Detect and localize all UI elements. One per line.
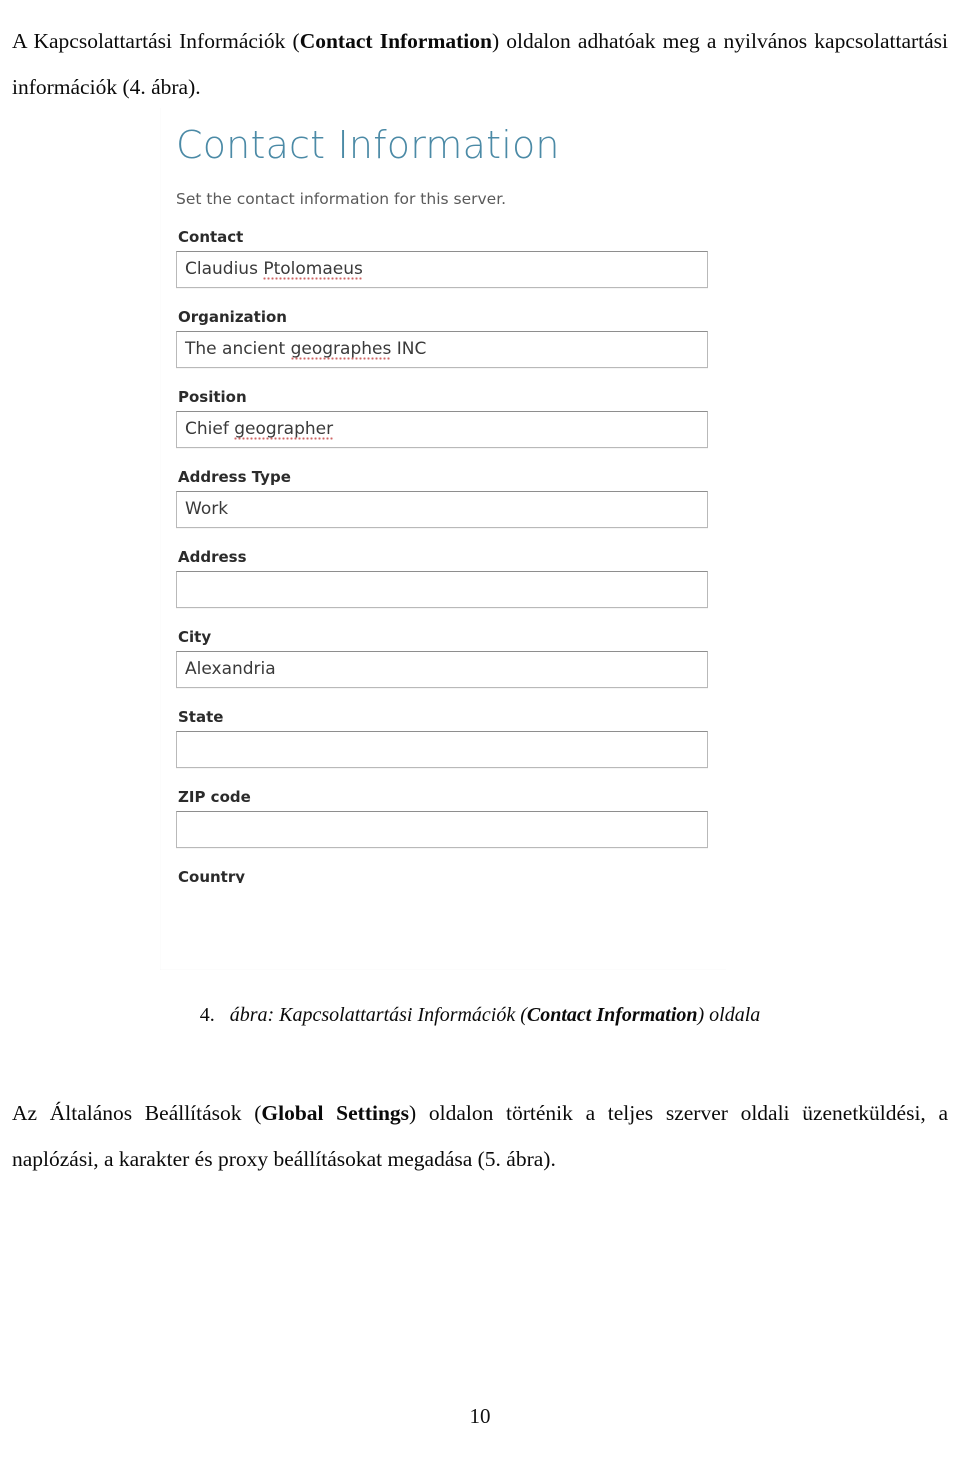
value-contact-flagged-word: Ptolomaeus (263, 259, 363, 281)
closing-bold-term: Global Settings (261, 1100, 410, 1125)
input-organization[interactable]: The ancient geographes INC (176, 330, 708, 368)
screenshot-page-title: Contact Information (176, 123, 560, 167)
value-position-prefix: Chief (185, 419, 235, 440)
input-zip-code[interactable] (176, 810, 708, 848)
value-address-type: Work (185, 499, 229, 520)
label-state: State (178, 707, 224, 726)
figure-caption: 4. ábra: Kapcsolattartási Információk (C… (12, 1004, 948, 1027)
input-state[interactable] (176, 730, 708, 768)
value-organization: The ancient geographes INC (185, 339, 427, 361)
label-position: Position (178, 387, 247, 406)
closing-text-before-bold: Az Általános Beállítások ( (12, 1100, 262, 1125)
value-position: Chief geographer (185, 419, 334, 441)
field-group-address: Address (176, 548, 726, 608)
intro-paragraph: A Kapcsolattartási Információk (Contact … (12, 18, 948, 110)
label-address: Address (178, 547, 247, 566)
field-group-position: Position Chief geographer (176, 388, 726, 448)
label-zip-code: ZIP code (178, 787, 251, 806)
figure-caption-before-bold: ábra: Kapcsolattartási Információk ( (229, 1004, 527, 1026)
input-city[interactable]: Alexandria (176, 650, 708, 688)
field-group-contact: Contact Claudius Ptolomaeus (176, 228, 726, 288)
screenshot-content: Contact Information Set the contact info… (176, 108, 726, 883)
figure-caption-number: 4. (199, 1004, 215, 1026)
figure-caption-bold-term: Contact Information (526, 1004, 698, 1026)
field-group-zip-code: ZIP code (176, 788, 726, 848)
label-contact: Contact (178, 227, 244, 246)
value-contact: Claudius Ptolomaeus (185, 259, 363, 281)
input-position[interactable]: Chief geographer (176, 410, 708, 448)
value-contact-prefix: Claudius (185, 259, 264, 280)
value-organization-flagged-word: geographes (290, 339, 392, 361)
field-group-country-clipped: Country (176, 868, 726, 883)
closing-paragraph: Az Általános Beállítások (Global Setting… (12, 1090, 948, 1182)
input-address[interactable] (176, 570, 708, 608)
intro-text-before-bold: A Kapcsolattartási Információk ( (12, 28, 300, 53)
input-address-type[interactable]: Work (176, 490, 708, 528)
label-city: City (178, 627, 212, 646)
label-country: Country (178, 867, 246, 883)
label-organization: Organization (178, 307, 287, 326)
field-group-city: City Alexandria (176, 628, 726, 688)
intro-bold-term: Contact Information (299, 28, 492, 53)
value-organization-prefix: The ancient (185, 339, 291, 360)
value-organization-suffix: INC (391, 339, 427, 360)
page-number: 10 (469, 1404, 491, 1428)
figure-caption-after-bold: ) oldala (697, 1004, 761, 1026)
label-address-type: Address Type (178, 467, 291, 486)
value-position-flagged-word: geographer (234, 419, 334, 441)
screenshot-page-subtitle: Set the contact information for this ser… (176, 189, 507, 208)
figure-screenshot-image: Contact Information Set the contact info… (160, 108, 726, 970)
input-contact[interactable]: Claudius Ptolomaeus (176, 250, 708, 288)
field-group-state: State (176, 708, 726, 768)
figure-caption-text: ábra: Kapcsolattartási Információk (Cont… (230, 1004, 761, 1026)
field-group-organization: Organization The ancient geographes INC (176, 308, 726, 368)
field-group-address-type: Address Type Work (176, 468, 726, 528)
value-city: Alexandria (185, 659, 276, 680)
